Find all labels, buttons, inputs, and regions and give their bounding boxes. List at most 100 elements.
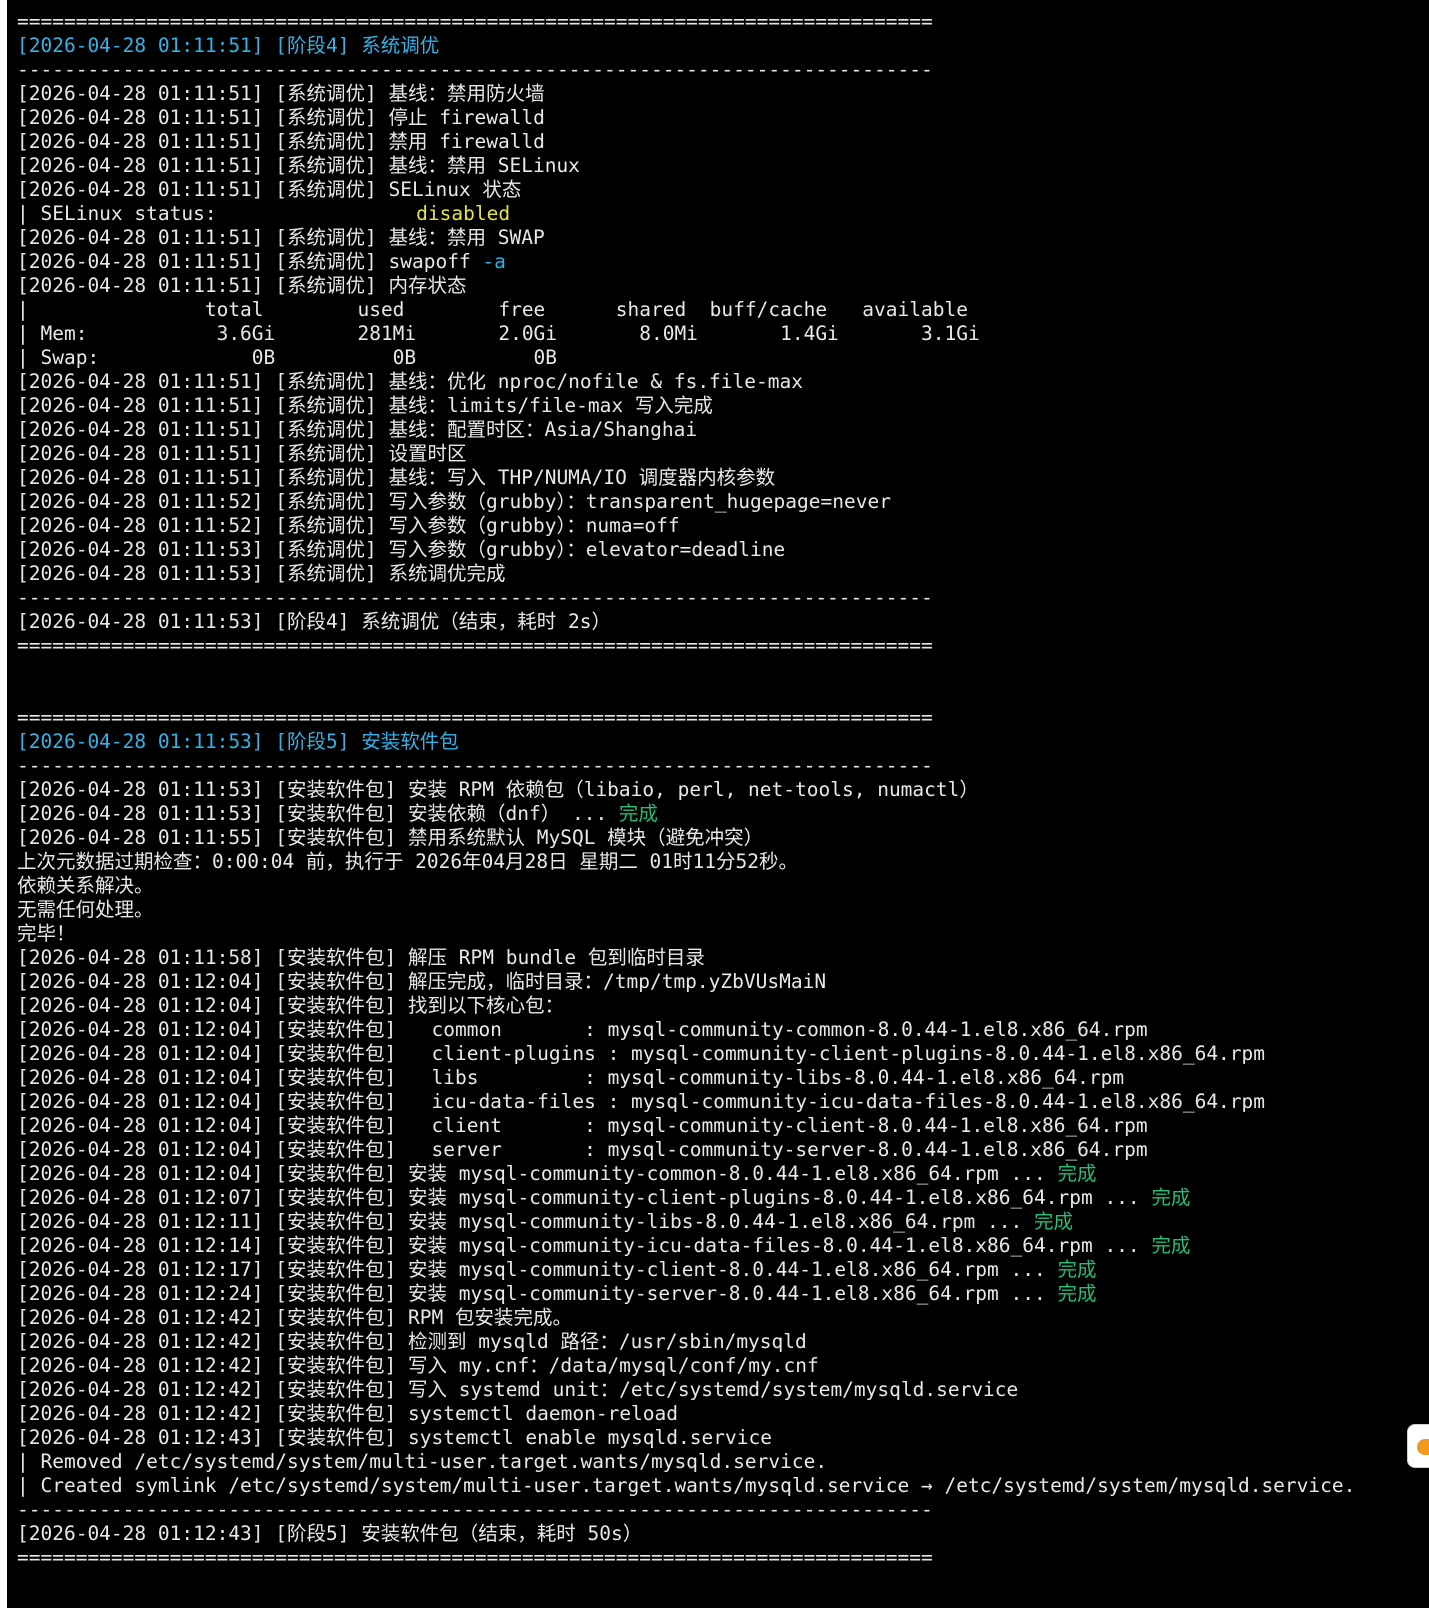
terminal-text: | Swap: 0B 0B 0B — [17, 346, 558, 369]
terminal-line: [2026-04-28 01:12:42] [安装软件包] 检测到 mysqld… — [17, 1330, 1429, 1354]
terminal-output[interactable]: ========================================… — [7, 0, 1429, 1608]
terminal-text: disabled — [416, 202, 511, 225]
terminal-text: [2026-04-28 01:12:04] [安装软件包] libs : mys… — [17, 1066, 1125, 1089]
terminal-text: [2026-04-28 01:12:42] [安装软件包] RPM 包安装完成。 — [17, 1306, 572, 1329]
terminal-line: [2026-04-28 01:12:04] [安装软件包] server : m… — [17, 1138, 1429, 1162]
terminal-text: ========================================… — [17, 1546, 933, 1569]
terminal-line: [2026-04-28 01:12:24] [安装软件包] 安装 mysql-c… — [17, 1282, 1429, 1306]
terminal-text: [2026-04-28 01:12:04] [安装软件包] 解压完成，临时目录：… — [17, 970, 827, 993]
terminal-line: [2026-04-28 01:12:04] [安装软件包] 找到以下核心包： — [17, 994, 1429, 1018]
terminal-line: [2026-04-28 01:12:42] [安装软件包] 写入 my.cnf：… — [17, 1354, 1429, 1378]
terminal-text: 无需任何处理。 — [17, 898, 154, 921]
terminal-line: [2026-04-28 01:11:51] [系统调优] 基线：limits/f… — [17, 394, 1429, 418]
terminal-line: ----------------------------------------… — [17, 754, 1429, 778]
terminal-line: [2026-04-28 01:12:04] [安装软件包] 解压完成，临时目录：… — [17, 970, 1429, 994]
terminal-text: | SELinux status: — [17, 202, 417, 225]
orange-tab-icon — [1417, 1439, 1429, 1455]
terminal-line: [2026-04-28 01:12:42] [安装软件包] systemctl … — [17, 1402, 1429, 1426]
terminal-text: [2026-04-28 01:12:04] [安装软件包] client : m… — [17, 1114, 1148, 1137]
terminal-text: 完成 — [1057, 1258, 1097, 1281]
terminal-line: [2026-04-28 01:12:04] [安装软件包] 安装 mysql-c… — [17, 1162, 1429, 1186]
terminal-text: [2026-04-28 01:12:04] [安装软件包] server : m… — [17, 1138, 1148, 1161]
terminal-text: [2026-04-28 01:12:04] [安装软件包] icu-data-f… — [17, 1090, 1266, 1113]
terminal-text: [2026-04-28 01:12:14] [安装软件包] 安装 mysql-c… — [17, 1234, 1152, 1257]
terminal-line: | Mem: 3.6Gi 281Mi 2.0Gi 8.0Mi 1.4Gi 3.1… — [17, 322, 1429, 346]
terminal-text: [2026-04-28 01:12:04] [安装软件包] 找到以下核心包： — [17, 994, 564, 1017]
terminal-text: [2026-04-28 01:11:52] [系统调优] 写入参数（grubby… — [17, 514, 680, 537]
terminal-text: ========================================… — [17, 634, 933, 657]
terminal-line: 完毕！ — [17, 922, 1429, 946]
terminal-text: [2026-04-28 01:11:58] [安装软件包] 解压 RPM bun… — [17, 946, 705, 969]
terminal-line: [2026-04-28 01:11:51] [阶段4] 系统调优 — [17, 34, 1429, 58]
terminal-text: [2026-04-28 01:12:24] [安装软件包] 安装 mysql-c… — [17, 1282, 1058, 1305]
terminal-text: [2026-04-28 01:11:53] [安装软件包] 安装依赖（dnf） … — [17, 802, 619, 825]
terminal-text: [2026-04-28 01:11:51] [系统调优] 设置时区 — [17, 442, 467, 465]
terminal-text: [2026-04-28 01:12:04] [安装软件包] common : m… — [17, 1018, 1148, 1041]
terminal-text: 完成 — [1151, 1186, 1191, 1209]
terminal-text: [2026-04-28 01:12:43] [阶段5] 安装软件包（结束，耗时 … — [17, 1522, 643, 1545]
terminal-text: [2026-04-28 01:11:51] [系统调优] 基线：limits/f… — [17, 394, 713, 417]
terminal-text: 完成 — [1057, 1162, 1097, 1185]
terminal-text: 完成 — [618, 802, 658, 825]
terminal-line: ----------------------------------------… — [17, 1498, 1429, 1522]
terminal-text: [2026-04-28 01:11:51] [系统调优] 基线：写入 THP/N… — [17, 466, 776, 489]
terminal-text: [2026-04-28 01:12:11] [安装软件包] 安装 mysql-c… — [17, 1210, 1034, 1233]
terminal-text: | Created symlink /etc/systemd/system/mu… — [17, 1474, 1356, 1497]
terminal-line: [2026-04-28 01:12:04] [安装软件包] common : m… — [17, 1018, 1429, 1042]
terminal-line: | Created symlink /etc/systemd/system/mu… — [17, 1474, 1429, 1498]
terminal-line: [2026-04-28 01:11:53] [系统调优] 写入参数（grubby… — [17, 538, 1429, 562]
terminal-text: [2026-04-28 01:11:51] [系统调优] 基线：配置时区：Asi… — [17, 418, 698, 441]
terminal-line: [2026-04-28 01:11:51] [系统调优] 基线：写入 THP/N… — [17, 466, 1429, 490]
terminal-text: [2026-04-28 01:11:51] [系统调优] 内存状态 — [17, 274, 467, 297]
terminal-line: ========================================… — [17, 634, 1429, 658]
terminal-text: ----------------------------------------… — [17, 754, 933, 777]
terminal-line: [2026-04-28 01:11:51] [系统调优] 禁用 firewall… — [17, 130, 1429, 154]
terminal-line: | total used free shared buff/cache avai… — [17, 298, 1429, 322]
terminal-line: [2026-04-28 01:11:51] [系统调优] 内存状态 — [17, 274, 1429, 298]
terminal-line: [2026-04-28 01:12:14] [安装软件包] 安装 mysql-c… — [17, 1234, 1429, 1258]
terminal-line: ----------------------------------------… — [17, 58, 1429, 82]
terminal-text: [2026-04-28 01:11:51] [系统调优] 禁用 firewall… — [17, 130, 545, 153]
terminal-text: ========================================… — [17, 706, 933, 729]
terminal-text: [2026-04-28 01:11:53] [系统调优] 写入参数（grubby… — [17, 538, 786, 561]
terminal-text: ========================================… — [17, 10, 933, 33]
terminal-text: [2026-04-28 01:11:51] [系统调优] SELinux 状态 — [17, 178, 522, 201]
terminal-text: [2026-04-28 01:12:04] [安装软件包] client-plu… — [17, 1042, 1266, 1065]
side-tab-handle[interactable] — [1407, 1424, 1429, 1468]
terminal-line: [2026-04-28 01:11:51] [系统调优] 基线：禁用 SWAP — [17, 226, 1429, 250]
terminal-line: [2026-04-28 01:11:51] [系统调优] swapoff -a — [17, 250, 1429, 274]
terminal-line: [2026-04-28 01:11:52] [系统调优] 写入参数（grubby… — [17, 514, 1429, 538]
terminal-text: [2026-04-28 01:11:53] [安装软件包] 安装 RPM 依赖包… — [17, 778, 979, 801]
terminal-text: [2026-04-28 01:12:42] [安装软件包] 写入 systemd… — [17, 1378, 1019, 1401]
terminal-text: [2026-04-28 01:12:17] [安装软件包] 安装 mysql-c… — [17, 1258, 1058, 1281]
terminal-line: | Removed /etc/systemd/system/multi-user… — [17, 1450, 1429, 1474]
terminal-line: ========================================… — [17, 706, 1429, 730]
terminal-line: [2026-04-28 01:11:51] [系统调优] 基线：禁用防火墙 — [17, 82, 1429, 106]
terminal-text: ----------------------------------------… — [17, 58, 933, 81]
terminal-line: ========================================… — [17, 1546, 1429, 1570]
terminal-text: [2026-04-28 01:11:51] [系统调优] 基线：禁用防火墙 — [17, 82, 545, 105]
terminal-line: [2026-04-28 01:11:51] [系统调优] SELinux 状态 — [17, 178, 1429, 202]
terminal-line: [2026-04-28 01:12:43] [阶段5] 安装软件包（结束，耗时 … — [17, 1522, 1429, 1546]
terminal-line: [2026-04-28 01:12:11] [安装软件包] 安装 mysql-c… — [17, 1210, 1429, 1234]
terminal-text: -a — [482, 250, 506, 273]
terminal-line: [2026-04-28 01:12:42] [安装软件包] 写入 systemd… — [17, 1378, 1429, 1402]
terminal-text: [2026-04-28 01:12:42] [安装软件包] 写入 my.cnf：… — [17, 1354, 819, 1377]
terminal-text: [2026-04-28 01:12:07] [安装软件包] 安装 mysql-c… — [17, 1186, 1152, 1209]
terminal-line: [2026-04-28 01:11:53] [安装软件包] 安装依赖（dnf） … — [17, 802, 1429, 826]
terminal-line: 无需任何处理。 — [17, 898, 1429, 922]
terminal-line: [2026-04-28 01:11:51] [系统调优] 基线：配置时区：Asi… — [17, 418, 1429, 442]
terminal-line: [2026-04-28 01:11:53] [系统调优] 系统调优完成 — [17, 562, 1429, 586]
terminal-line: | SELinux status: disabled — [17, 202, 1429, 226]
terminal-line: [2026-04-28 01:11:53] [阶段5] 安装软件包 — [17, 730, 1429, 754]
terminal-line: 依赖关系解决。 — [17, 874, 1429, 898]
terminal-line: [2026-04-28 01:11:51] [系统调优] 停止 firewall… — [17, 106, 1429, 130]
terminal-text: [2026-04-28 01:12:42] [安装软件包] systemctl … — [17, 1402, 679, 1425]
terminal-line: [2026-04-28 01:12:04] [安装软件包] client-plu… — [17, 1042, 1429, 1066]
terminal-line: [2026-04-28 01:11:53] [阶段4] 系统调优（结束，耗时 2… — [17, 610, 1429, 634]
terminal-text: [2026-04-28 01:11:53] [阶段4] 系统调优（结束，耗时 2… — [17, 610, 611, 633]
terminal-text: 依赖关系解决。 — [17, 874, 154, 897]
terminal-text: 完成 — [1057, 1282, 1097, 1305]
